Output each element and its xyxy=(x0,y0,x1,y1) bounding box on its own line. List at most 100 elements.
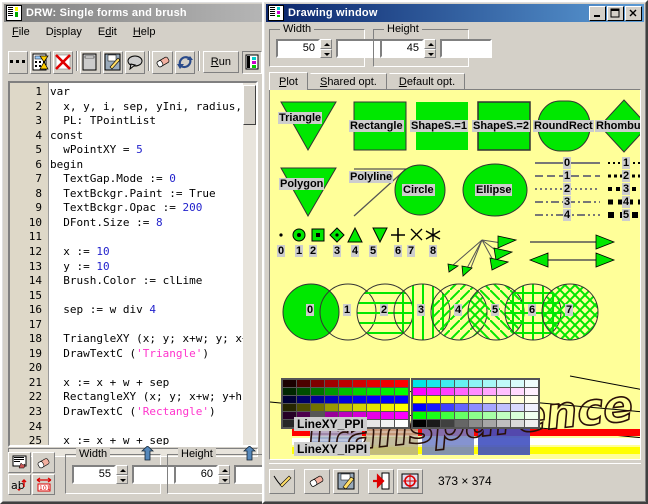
drawing-height-spinner[interactable]: 45 xyxy=(380,39,492,58)
palette-swatch[interactable] xyxy=(311,404,324,411)
palette-swatch[interactable] xyxy=(339,396,352,403)
code-line[interactable]: 16 sep := w div 4 xyxy=(10,303,256,318)
palette-swatch[interactable] xyxy=(353,404,366,411)
palette-swatch[interactable] xyxy=(483,420,496,427)
scrollbar-thumb[interactable] xyxy=(243,85,256,125)
palette-swatch[interactable] xyxy=(311,388,324,395)
palette-swatch[interactable] xyxy=(353,396,366,403)
drawing-canvas-container[interactable]: Transparence Triangle Rectangle ShapeS.=… xyxy=(269,89,641,460)
drawing-height-arrows[interactable] xyxy=(424,39,436,58)
code-editor[interactable]: 1var2 x, y, i, sep, yIni, radius,3 PL: T… xyxy=(8,81,258,447)
palette-swatch[interactable] xyxy=(395,380,408,387)
palette-swatch[interactable] xyxy=(511,388,524,395)
palette-swatch[interactable] xyxy=(283,380,296,387)
palette-swatch[interactable] xyxy=(511,380,524,387)
spin-down[interactable] xyxy=(320,49,332,59)
text-ab-icon[interactable]: ab xyxy=(8,474,31,495)
code-line[interactable]: 2 x, y, i, sep, yIni, radius, xyxy=(10,100,256,115)
menu-display[interactable]: Display xyxy=(39,24,89,40)
palette-swatch[interactable] xyxy=(469,380,482,387)
tab-shared-opt[interactable]: Shared opt. xyxy=(310,73,387,90)
palette-swatch[interactable] xyxy=(413,404,426,411)
editor-width-input[interactable]: 55 xyxy=(72,465,116,484)
refresh-icon[interactable] xyxy=(175,51,195,74)
palette-swatch[interactable] xyxy=(427,420,440,427)
palette-swatch[interactable] xyxy=(283,396,296,403)
code-line[interactable]: 6begin xyxy=(10,158,256,173)
code-line[interactable]: 19 DrawTextC ('Triangle') xyxy=(10,347,256,362)
code-line[interactable]: 25 x := x + w + sep xyxy=(10,434,256,447)
minimize-button[interactable] xyxy=(589,6,606,21)
code-line[interactable]: 23 DrawTextC ('Rectangle') xyxy=(10,405,256,420)
palette-right[interactable] xyxy=(411,378,540,429)
compile-icon[interactable] xyxy=(30,51,50,74)
pen-edit-icon[interactable] xyxy=(269,469,295,494)
palette-swatch[interactable] xyxy=(283,388,296,395)
menu-help[interactable]: Help xyxy=(126,24,163,40)
palette-swatch[interactable] xyxy=(525,388,538,395)
zoom-target-icon[interactable] xyxy=(397,469,423,494)
palette-swatch[interactable] xyxy=(497,420,510,427)
palette-swatch[interactable] xyxy=(381,412,394,419)
tab-default-opt[interactable]: Default opt. xyxy=(389,73,465,90)
maximize-button[interactable] xyxy=(607,6,624,21)
palette-swatch[interactable] xyxy=(367,396,380,403)
stop-icon[interactable] xyxy=(53,51,73,74)
drawing-height-input[interactable]: 45 xyxy=(380,39,424,58)
palette-swatch[interactable] xyxy=(525,420,538,427)
palette-swatch[interactable] xyxy=(525,404,538,411)
drawing-width-input[interactable]: 50 xyxy=(276,39,320,58)
palette-swatch[interactable] xyxy=(455,396,468,403)
palette-swatch[interactable] xyxy=(353,380,366,387)
code-line[interactable]: 17 xyxy=(10,318,256,333)
palette-swatch[interactable] xyxy=(339,388,352,395)
palette-swatch[interactable] xyxy=(311,380,324,387)
palette-swatch[interactable] xyxy=(525,380,538,387)
close-button[interactable] xyxy=(625,6,642,21)
run-window-icon[interactable] xyxy=(242,51,262,74)
palette-swatch[interactable] xyxy=(395,396,408,403)
palette-swatch[interactable] xyxy=(469,404,482,411)
palette-swatch[interactable] xyxy=(325,396,338,403)
palette-swatch[interactable] xyxy=(395,412,408,419)
code-line[interactable]: 7 TextGap.Mode := 0 xyxy=(10,172,256,187)
spin-up[interactable] xyxy=(424,39,436,49)
palette-swatch[interactable] xyxy=(525,412,538,419)
palette-swatch[interactable] xyxy=(525,396,538,403)
palette-swatch[interactable] xyxy=(339,380,352,387)
palette-swatch[interactable] xyxy=(395,420,408,427)
palette-swatch[interactable] xyxy=(427,388,440,395)
height-updown-icon[interactable] xyxy=(243,446,256,461)
drawing-canvas[interactable]: Transparence Triangle Rectangle ShapeS.=… xyxy=(270,90,640,459)
spin-down[interactable] xyxy=(116,475,128,485)
code-line[interactable]: 15 xyxy=(10,289,256,304)
code-line[interactable]: 4const xyxy=(10,129,256,144)
tab-plot[interactable]: Plot xyxy=(269,72,308,90)
palette-swatch[interactable] xyxy=(441,412,454,419)
palette-swatch[interactable] xyxy=(483,396,496,403)
export-icon[interactable] xyxy=(368,469,394,494)
palette-swatch[interactable] xyxy=(441,380,454,387)
comment-icon[interactable] xyxy=(125,51,145,74)
palette-swatch[interactable] xyxy=(497,388,510,395)
palette-swatch[interactable] xyxy=(469,388,482,395)
drawing-titlebar[interactable]: Drawing window xyxy=(266,4,644,22)
code-line[interactable]: 12 x := 10 xyxy=(10,245,256,260)
palette-swatch[interactable] xyxy=(283,404,296,411)
code-line[interactable]: 9 TextBckgr.Opac := 200 xyxy=(10,201,256,216)
code-line[interactable]: 11 xyxy=(10,230,256,245)
palette-swatch[interactable] xyxy=(455,388,468,395)
palette-swatch[interactable] xyxy=(455,420,468,427)
menu-edit[interactable]: Edit xyxy=(91,24,124,40)
editor-height-arrows[interactable] xyxy=(218,465,230,484)
palette-swatch[interactable] xyxy=(395,404,408,411)
save-image-icon[interactable] xyxy=(333,469,359,494)
save-file-icon[interactable] xyxy=(103,51,123,74)
palette-swatch[interactable] xyxy=(441,396,454,403)
code-line[interactable]: 22 RectangleXY (x; y; x+w; y+h) xyxy=(10,390,256,405)
open-file-icon[interactable] xyxy=(80,51,100,74)
editor-width-arrows[interactable] xyxy=(116,465,128,484)
code-line[interactable]: 21 x := x + w + sep xyxy=(10,376,256,391)
palette-swatch[interactable] xyxy=(455,412,468,419)
code-line[interactable]: 13 y := 10 xyxy=(10,260,256,275)
